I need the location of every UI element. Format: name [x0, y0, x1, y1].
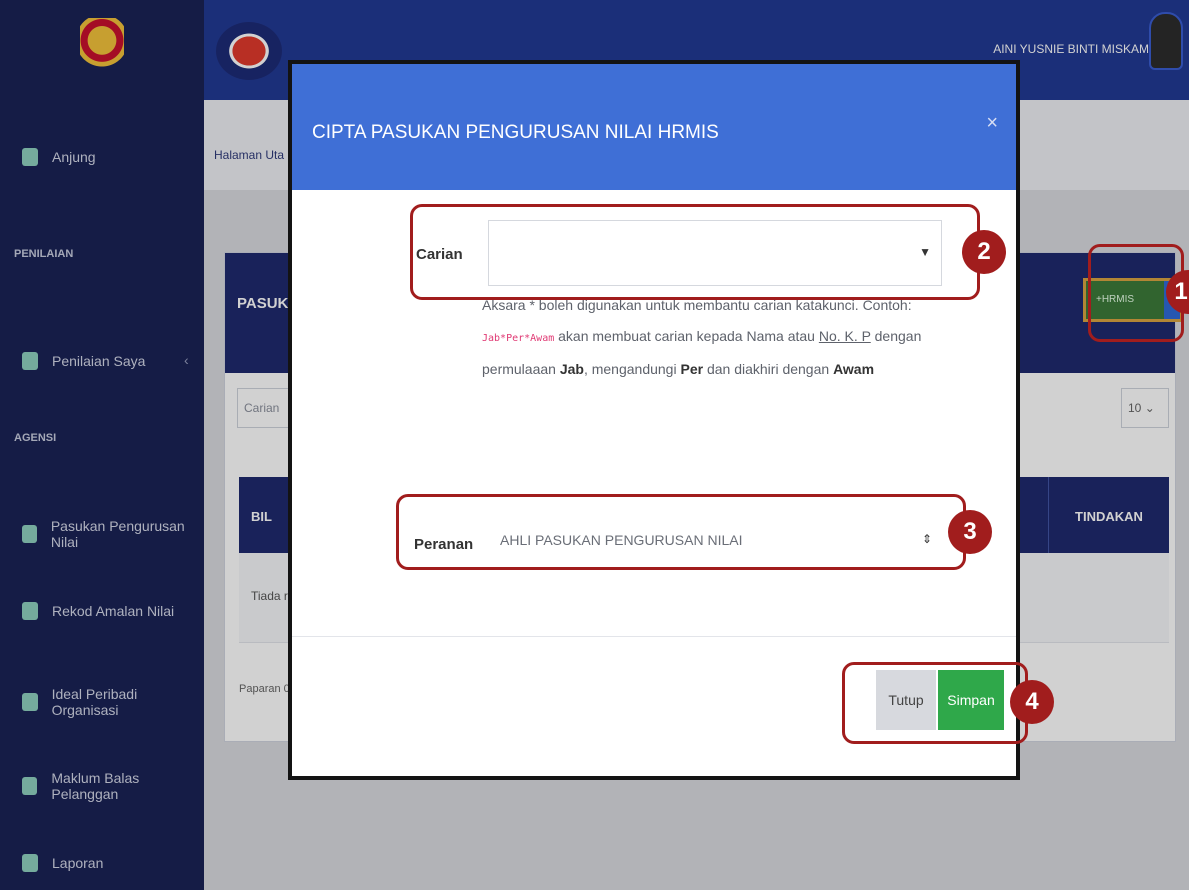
annotation-number: 1	[1174, 278, 1188, 305]
help-line-6: dan diakhiri dengan	[703, 361, 834, 377]
annotation-number: 2	[977, 238, 991, 265]
help-jab: Jab	[559, 361, 584, 377]
modal-header: CIPTA PASUKAN PENGURUSAN NILAI HRMIS ×	[292, 64, 1016, 190]
close-icon[interactable]: ×	[986, 112, 998, 135]
help-line-2: akan membuat carian kepada Nama atau	[554, 328, 819, 344]
annotation-number: 3	[963, 518, 977, 545]
annotation-badge-3: 3	[948, 510, 992, 554]
search-help-text: Aksara * boleh digunakan untuk membantu …	[482, 290, 942, 385]
modal-title: CIPTA PASUKAN PENGURUSAN NILAI HRMIS	[312, 122, 719, 143]
annotation-box-3	[396, 494, 966, 570]
help-line-4: permulaaan	[482, 361, 560, 377]
help-awam: Awam	[833, 361, 875, 377]
help-line-3: dengan	[870, 328, 922, 344]
annotation-badge-4: 4	[1010, 680, 1054, 724]
modal-divider	[292, 636, 1016, 637]
help-line-5: , mengandungi	[583, 361, 681, 377]
annotation-box-2	[410, 204, 980, 300]
help-example-code: Jab*Per*Awam	[482, 333, 555, 344]
annotation-number: 4	[1025, 688, 1039, 715]
help-nokp: No. K. P	[818, 328, 871, 344]
help-per: Per	[680, 361, 704, 377]
annotation-box-4	[842, 662, 1028, 744]
annotation-badge-2: 2	[962, 230, 1006, 274]
